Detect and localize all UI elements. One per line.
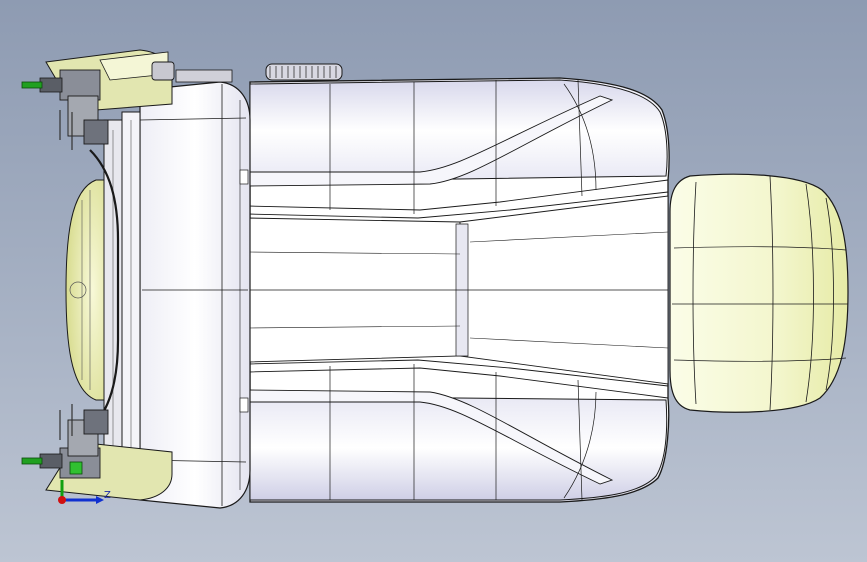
- seat-body[interactable]: [247, 77, 670, 503]
- axis-triad: Z: [58, 480, 111, 504]
- z-arrow-icon: [96, 496, 104, 504]
- headrest[interactable]: [669, 173, 849, 413]
- adjust-knob[interactable]: [265, 63, 343, 81]
- backrest[interactable]: [139, 81, 251, 509]
- x-axis-dot-icon: [58, 496, 66, 504]
- z-axis-label: Z: [104, 490, 111, 501]
- seat-model[interactable]: [0, 0, 867, 562]
- cad-viewport[interactable]: Z: [0, 0, 867, 562]
